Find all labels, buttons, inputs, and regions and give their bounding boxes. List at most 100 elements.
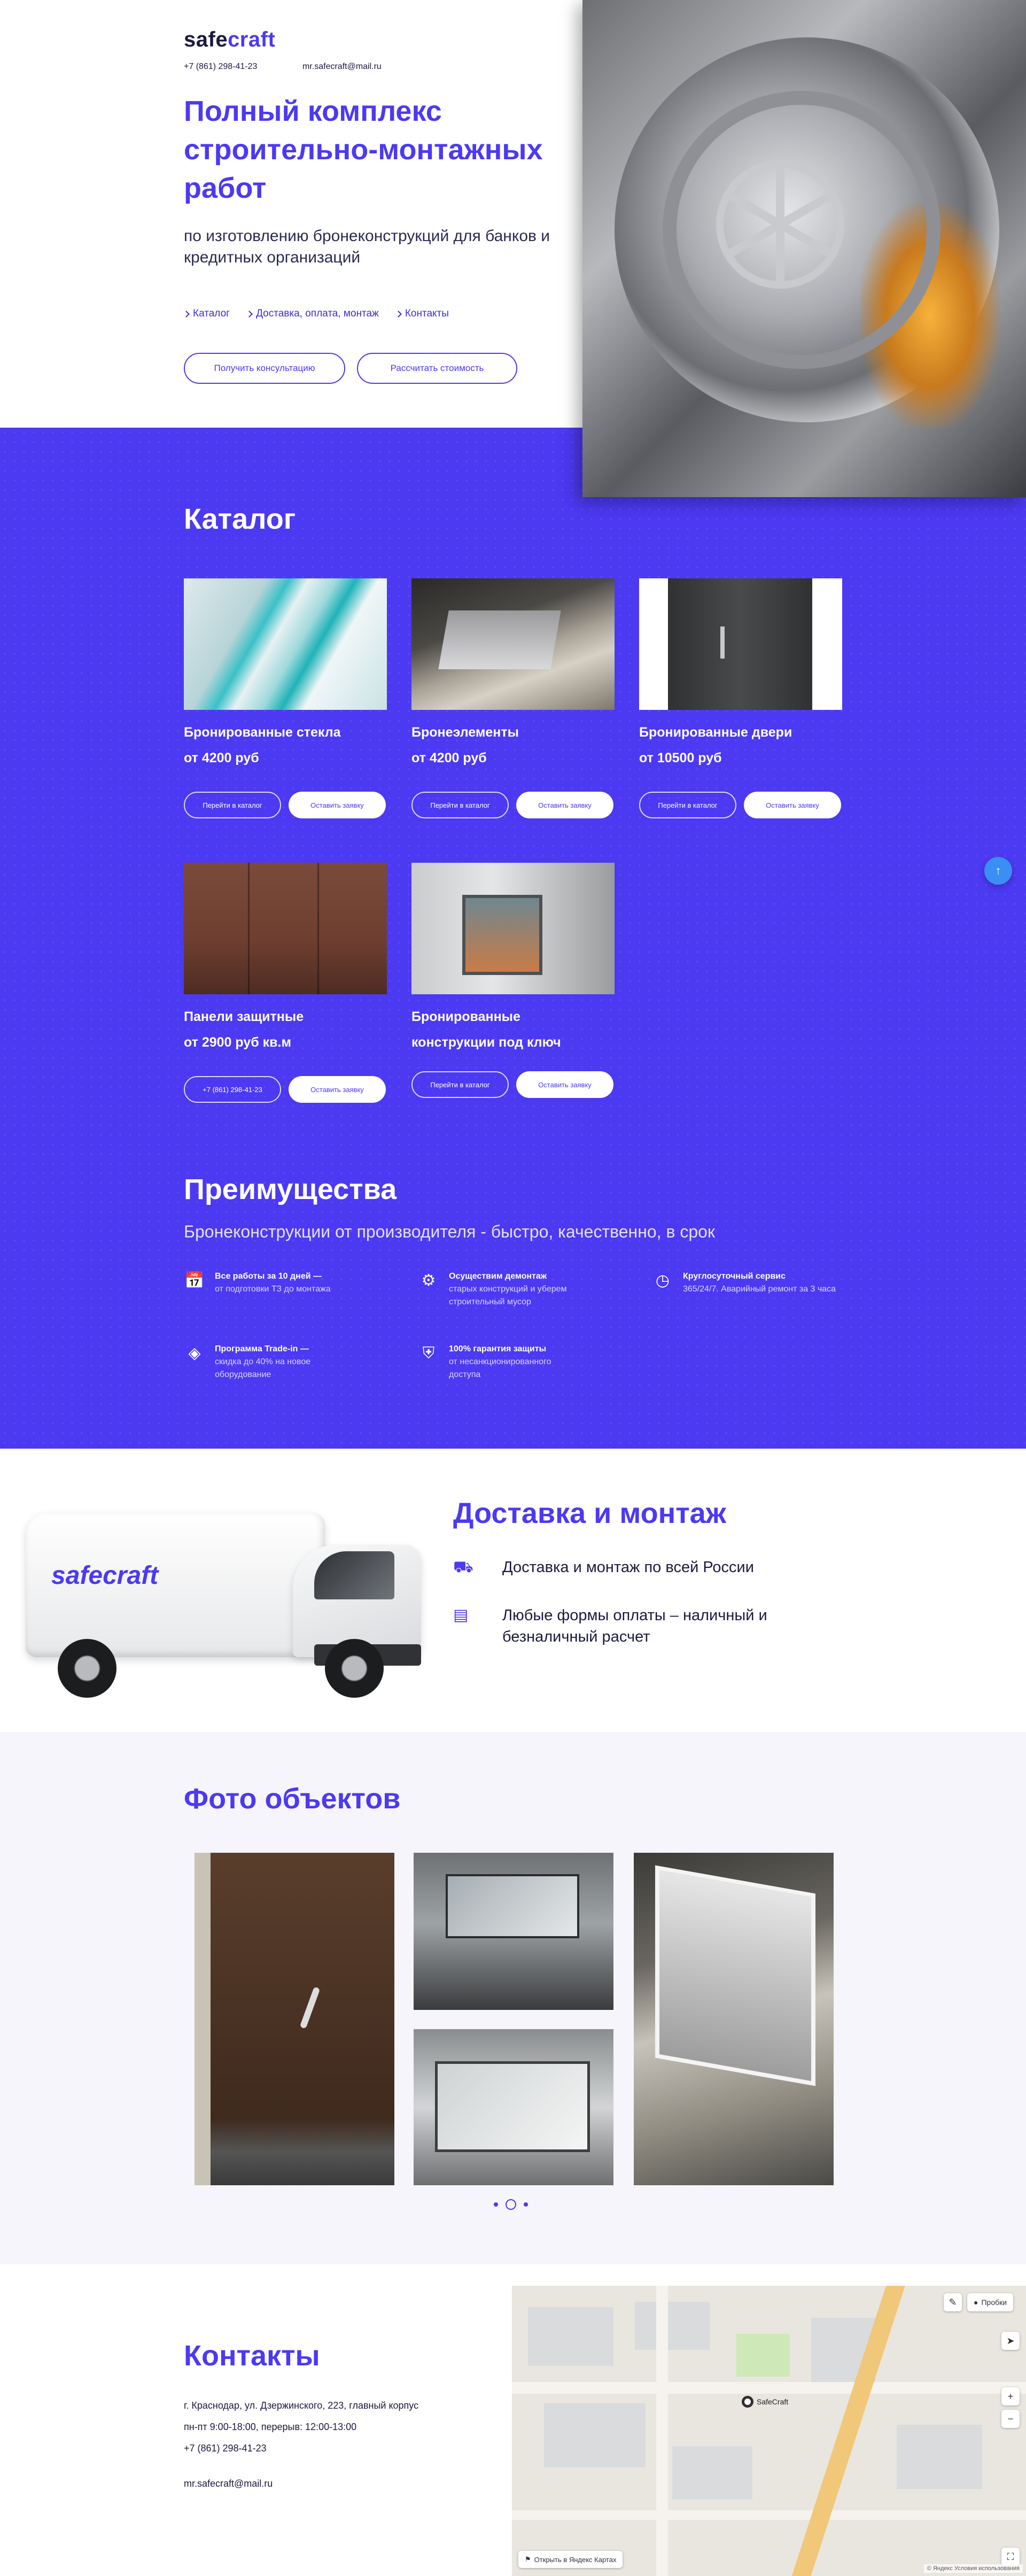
wallet-icon: ▤ [453, 1606, 469, 1624]
card-buttons: Перейти в каталог Оставить заявку [184, 792, 387, 818]
advantage-bold: Все работы за 10 дней — [215, 1272, 322, 1281]
traffic-button[interactable]: ● Пробки [967, 2293, 1014, 2311]
advantage-item: ⛨ 100% гарантия защиты от несанкционирова… [418, 1343, 610, 1381]
delivery-item: ▤ Любые формы оплаты – наличный и безнал… [453, 1605, 780, 1647]
ruler-icon[interactable]: ✎ [944, 2293, 962, 2311]
delivery-title: Доставка и монтаж [453, 1497, 726, 1529]
product-image-elements[interactable] [411, 578, 615, 710]
delivery-section: safecraft Доставка и монтаж ⛟ Доставка и… [0, 1449, 1026, 1732]
door-handle [299, 1986, 321, 2029]
map-marker-icon: ⚑ [525, 2555, 531, 2563]
catalog-card-doors: Бронированные двери от 10500 руб Перейти… [639, 578, 842, 818]
card-buttons: Перейти в каталог Оставить заявку [639, 792, 842, 818]
nav-link-catalog[interactable]: Каталог [183, 308, 230, 320]
product-image-doors[interactable] [639, 578, 842, 710]
leave-request-button[interactable]: Оставить заявку [516, 792, 613, 818]
product-image-panels[interactable] [184, 863, 387, 994]
carousel-dot[interactable] [524, 2202, 528, 2207]
open-map-label: Открыть в Яндекс Картах [534, 2555, 617, 2564]
carousel-dot[interactable] [494, 2202, 498, 2207]
card-price: от 4200 руб [184, 751, 259, 765]
map-pin-label: SafeCraft [757, 2397, 789, 2406]
go-to-catalog-button[interactable]: Перейти в каталог [184, 792, 281, 818]
scroll-to-top-button[interactable]: ↑ [984, 857, 1012, 885]
delivery-item: ⛟ Доставка и монтаж по всей России [453, 1557, 754, 1578]
fullscreen-icon[interactable]: ⛶ [1001, 2548, 1020, 2566]
nav-link-label: Каталог [193, 308, 230, 319]
nav-link-label: Доставка, оплата, монтаж [256, 308, 379, 319]
advantage-desc: 365/24/7. Аварийный ремонт за 3 часа [683, 1285, 836, 1294]
map-pin[interactable]: SafeCraft [742, 2396, 788, 2408]
header-email[interactable]: mr.safecraft@mail.ru [302, 62, 382, 72]
phone-button[interactable]: +7 (861) 298-41-23 [184, 1076, 281, 1103]
delivery-text: Любые формы оплаты – наличный и безналич… [502, 1607, 767, 1645]
nav-link-label: Контакты [405, 308, 449, 319]
product-image-glass[interactable] [184, 578, 387, 710]
calc-cost-button[interactable]: Рассчитать стоимость [357, 353, 517, 384]
nav-link-contacts[interactable]: Контакты [394, 308, 449, 320]
door-handle [720, 626, 725, 659]
advantage-bold: 100% гарантия защиты [449, 1344, 547, 1353]
hero-buttons: Получить консультацию Рассчитать стоимос… [184, 353, 517, 384]
hero-nav: Каталог Доставка, оплата, монтаж Контакт… [183, 308, 449, 320]
truck-icon: ⛟ [453, 1558, 473, 1576]
photo-cashier-window[interactable] [414, 1853, 613, 2010]
map-block [897, 2425, 982, 2489]
advantage-bold: Круглосуточный сервис [683, 1272, 786, 1281]
location-pin-icon [742, 2396, 753, 2408]
tray-shape [438, 610, 561, 669]
consult-button[interactable]: Получить консультацию [184, 353, 345, 384]
advantage-bold: Программа Trade-in — [215, 1344, 309, 1353]
go-to-catalog-button[interactable]: Перейти в каталог [639, 792, 736, 818]
photo-tray[interactable] [634, 1853, 834, 2185]
card-buttons: Перейти в каталог Оставить заявку [411, 1071, 615, 1098]
leave-request-button[interactable]: Оставить заявку [744, 792, 841, 818]
catalog-advantages-section: Каталог Бронированные стекла от 4200 руб… [0, 428, 1026, 1449]
go-to-catalog-button[interactable]: Перейти в каталог [411, 792, 509, 818]
zoom-in-button[interactable]: + [1001, 2387, 1020, 2405]
contact-email[interactable]: mr.safecraft@mail.ru [184, 2478, 273, 2489]
arrow-up-icon: ↑ [995, 864, 1001, 877]
door-edge [195, 1853, 211, 2185]
map-block [672, 2446, 752, 2500]
go-to-catalog-button[interactable]: Перейти в каталог [411, 1071, 509, 1098]
traffic-light-icon: ● [974, 2298, 978, 2307]
header-phone[interactable]: +7 (861) 298-41-23 [184, 62, 257, 72]
van-wheel [58, 1639, 116, 1698]
card-price: от 2900 руб кв.м [184, 1035, 291, 1050]
card-buttons: +7 (861) 298-41-23 Оставить заявку [184, 1076, 387, 1103]
photo-cashier-window-2[interactable] [414, 2029, 613, 2185]
leave-request-button[interactable]: Оставить заявку [289, 1076, 386, 1103]
advantage-desc: от несанкционированного доступа [449, 1357, 551, 1379]
panel-seam [317, 863, 319, 994]
open-in-yandex-maps-button[interactable]: ⚑ Открыть в Яндекс Картах [518, 2551, 623, 2568]
advantage-item: ◷ Круглосуточный сервис 365/24/7. Аварийн… [652, 1270, 844, 1296]
catalog-title: Каталог [184, 503, 296, 535]
contacts-section: Контакты г. Краснодар, ул. Дзержинского,… [0, 2264, 1026, 2576]
product-image-turnkey[interactable] [411, 863, 615, 994]
map-block [635, 2302, 710, 2350]
contact-phone[interactable]: +7 (861) 298-41-23 [184, 2443, 267, 2454]
yandex-map[interactable]: SafeCraft ✎ ● Пробки ➤ + − ⛶ ⚑ Открыть в Я… [512, 2286, 1026, 2576]
traffic-label: Пробки [981, 2298, 1007, 2307]
leave-request-button[interactable]: Оставить заявку [516, 1071, 613, 1098]
advantage-text: Программа Trade-in — скидка до 40% на нов… [215, 1343, 343, 1381]
tag-icon: ◈ [188, 1344, 201, 1362]
van-window [314, 1551, 394, 1599]
photo-door[interactable] [195, 1853, 394, 2185]
leave-request-button[interactable]: Оставить заявку [289, 792, 386, 818]
logo-suffix: craft [228, 28, 276, 51]
site-logo[interactable]: safecraft [184, 28, 275, 52]
van-logo-suffix: craft [103, 1561, 159, 1590]
hero-title: Полный комплекс строительно-монтажных ра… [184, 95, 543, 204]
carousel-dot-active[interactable] [506, 2199, 516, 2210]
photos-title: Фото объектов [184, 1783, 401, 1815]
advantage-text: Осуществим демонтаж старых конструкций и … [449, 1270, 604, 1309]
window-shape [462, 895, 542, 975]
geolocation-icon[interactable]: ➤ [1001, 2332, 1020, 2350]
nav-link-delivery[interactable]: Доставка, оплата, монтаж [246, 308, 379, 320]
contacts-title: Контакты [184, 2340, 320, 2372]
advantage-item: ⚙ Осуществим демонтаж старых конструкций … [418, 1270, 610, 1309]
map-road [512, 2510, 1026, 2520]
zoom-out-button[interactable]: − [1001, 2410, 1020, 2428]
